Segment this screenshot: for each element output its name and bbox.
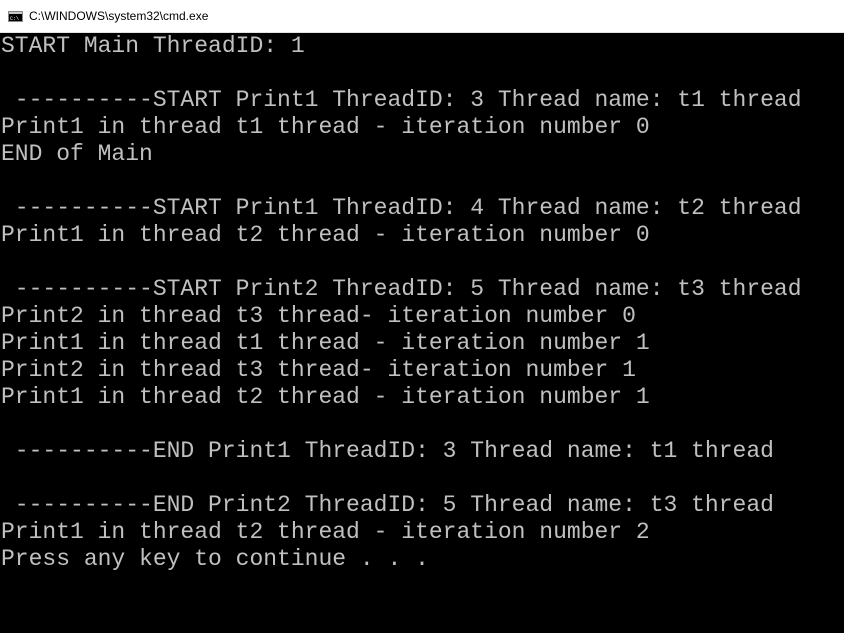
console-line: Print1 in thread t2 thread - iteration n… — [1, 222, 650, 248]
console-line: Print1 in thread t2 thread - iteration n… — [1, 519, 650, 545]
console-line: ----------END Print2 ThreadID: 5 Thread … — [1, 492, 774, 518]
console-line: Print2 in thread t3 thread- iteration nu… — [1, 357, 636, 383]
console-line: ----------START Print1 ThreadID: 3 Threa… — [1, 87, 802, 113]
cmd-icon: C:\ — [8, 11, 23, 22]
console-line: START Main ThreadID: 1 — [1, 33, 305, 59]
window-title: C:\WINDOWS\system32\cmd.exe — [29, 9, 209, 23]
console-line: Print1 in thread t1 thread - iteration n… — [1, 330, 650, 356]
console-line: ----------START Print2 ThreadID: 5 Threa… — [1, 276, 802, 302]
console-output[interactable]: START Main ThreadID: 1 ----------START P… — [1, 33, 844, 633]
console-line: END of Main — [1, 141, 153, 167]
console-line: Print1 in thread t2 thread - iteration n… — [1, 384, 650, 410]
title-bar[interactable]: C:\ C:\WINDOWS\system32\cmd.exe — [0, 0, 844, 33]
console-line: Print2 in thread t3 thread- iteration nu… — [1, 303, 636, 329]
console-line: Press any key to continue . . . — [1, 546, 429, 572]
console-line: ----------END Print1 ThreadID: 3 Thread … — [1, 438, 774, 464]
cmd-window: C:\ C:\WINDOWS\system32\cmd.exe START Ma… — [0, 0, 844, 633]
console-line: Print1 in thread t1 thread - iteration n… — [1, 114, 650, 140]
console-line: ----------START Print1 ThreadID: 4 Threa… — [1, 195, 802, 221]
svg-text:C:\: C:\ — [10, 16, 19, 22]
